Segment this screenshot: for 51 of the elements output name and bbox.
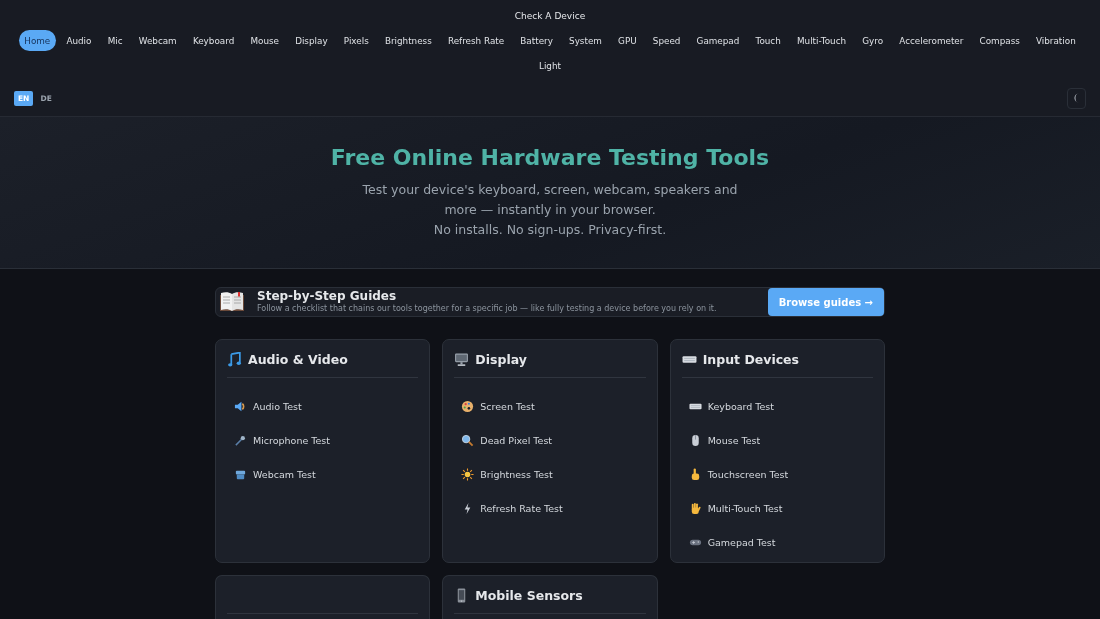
hero-title: Free Online Hardware Testing Tools	[329, 144, 771, 172]
nav-link[interactable]: Keyboard	[187, 30, 240, 51]
nav-link[interactable]: Light	[533, 55, 567, 76]
guides-description: Follow a checklist that chains our tools together for a specific job — like fully testing a device before you rely on it.	[257, 303, 718, 315]
nav-link[interactable]: Refresh Rate	[442, 30, 510, 51]
nav-link[interactable]: System	[563, 30, 608, 51]
nav-link[interactable]: Multi-Touch	[791, 30, 852, 51]
tool-link[interactable]: Dead Pixel Test	[461, 423, 639, 457]
nav-link[interactable]: Mic	[102, 30, 129, 51]
sun-icon	[461, 467, 475, 481]
nav-link[interactable]: Compass	[973, 30, 1026, 51]
card-title: Audio & Video	[248, 352, 348, 367]
music-note-icon	[227, 352, 242, 367]
nav-link[interactable]: Accelerometer	[893, 30, 969, 51]
site-title[interactable]: Check A Device	[14, 10, 1086, 23]
tool-link[interactable]: Refresh Rate Test	[461, 491, 639, 525]
nav-link[interactable]: Battery	[514, 30, 559, 51]
nav-link[interactable]: Vibration	[1030, 30, 1082, 51]
card-title: Input Devices	[702, 352, 799, 367]
magnifier-icon	[461, 433, 475, 447]
nav-link[interactable]: Gyro	[856, 30, 889, 51]
nav-link[interactable]: Audio	[60, 30, 98, 51]
microphone-icon	[234, 433, 247, 447]
monitor-icon	[454, 352, 470, 367]
tool-link[interactable]: Keyboard Test	[688, 389, 866, 423]
tool-link[interactable]: Webcam Test	[234, 457, 412, 491]
tool-link[interactable]: Audio Test	[234, 389, 412, 423]
tool-link[interactable]: Microphone Test	[234, 423, 412, 457]
nav-link[interactable]: Gamepad	[691, 30, 745, 51]
tool-link[interactable]: Gamepad Test	[688, 525, 866, 559]
nav-link[interactable]: Touch	[749, 30, 787, 51]
nav-link[interactable]: Webcam	[133, 30, 183, 51]
nav-link[interactable]: Brightness	[379, 30, 438, 51]
nav-link[interactable]: Speed	[647, 30, 686, 51]
book-icon	[219, 291, 245, 313]
card-title: Display	[475, 352, 527, 367]
tool-link[interactable]: Brightness Test	[461, 457, 639, 491]
tool-link[interactable]: Touchscreen Test	[688, 457, 866, 491]
palette-icon	[461, 399, 475, 413]
card-title: Mobile Sensors	[475, 588, 583, 603]
nav-link[interactable]: Mouse	[244, 30, 285, 51]
tool-link[interactable]: Mouse Test	[688, 423, 866, 457]
tool-link[interactable]: Screen Test	[461, 389, 639, 423]
nav-link[interactable]: Display	[289, 30, 334, 51]
nav-link[interactable]: Pixels	[338, 30, 375, 51]
guides-title: Step-by-Step Guides	[257, 289, 398, 303]
nav-link[interactable]: GPU	[612, 30, 643, 51]
hero-subtitle: Test your device's keyboard, screen, webcam, speakers and more — instantly in your browser. No installs. No sign-ups. Privacy-first.	[361, 181, 739, 239]
nav-link[interactable]: Home	[18, 30, 56, 51]
theme-toggle-button[interactable]	[1067, 87, 1086, 109]
tool-link[interactable]: Multi-Touch Test	[688, 491, 866, 525]
